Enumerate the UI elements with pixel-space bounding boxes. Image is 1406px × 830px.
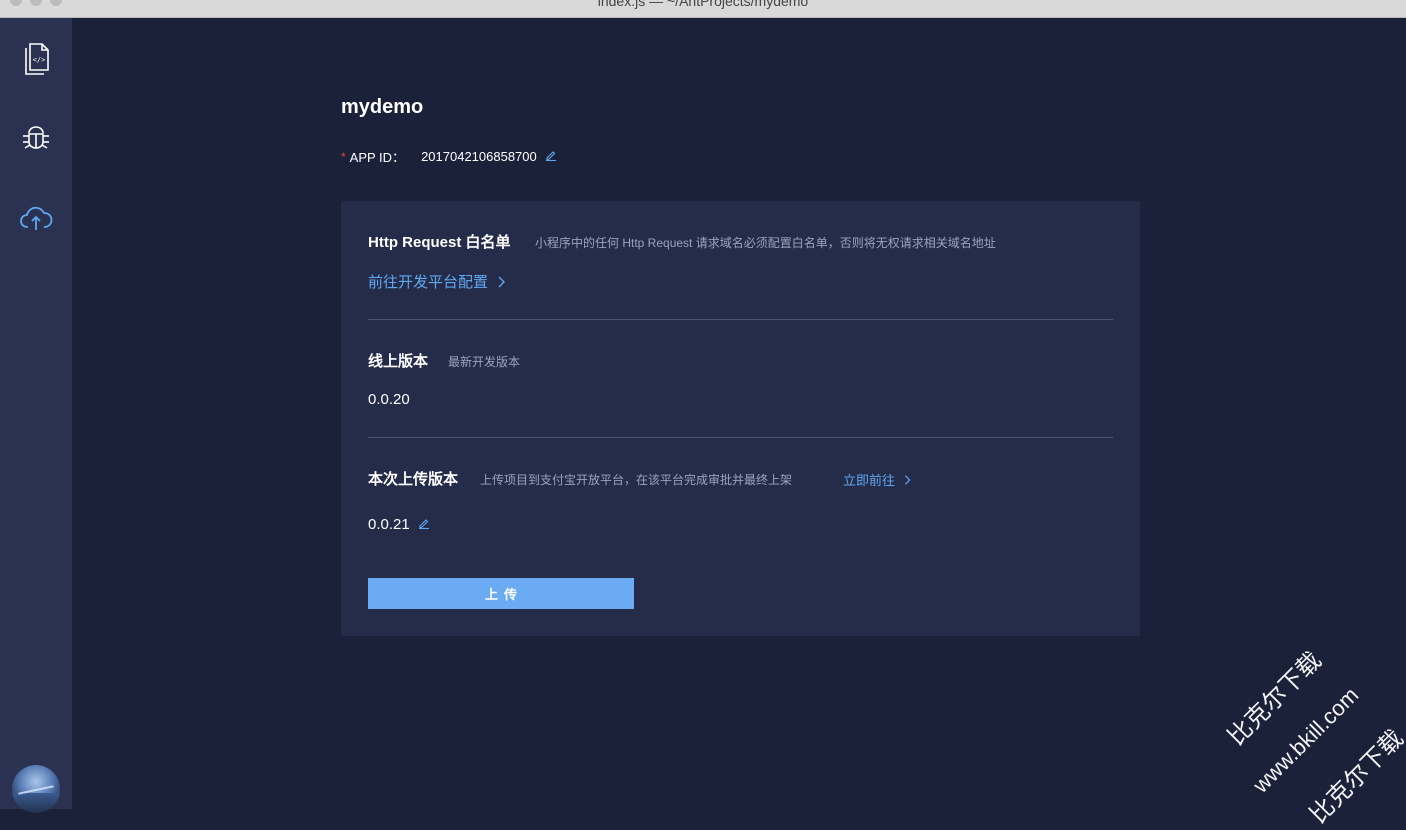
upload-version-value: 0.0.21: [368, 516, 410, 533]
code-file-icon: </>: [25, 43, 49, 75]
sidebar-item-debug[interactable]: [16, 117, 56, 157]
go-now-link[interactable]: 立即前往: [843, 470, 913, 489]
upload-button[interactable]: 上传: [368, 578, 634, 609]
whitelist-title: Http Request 白名单: [368, 234, 511, 251]
whitelist-desc: 小程序中的任何 Http Request 请求域名必须配置白名单，否则将无权请求…: [535, 236, 996, 250]
app-id-row: * APP ID： 2017042106858700: [341, 147, 557, 166]
online-version-value: 0.0.20: [368, 391, 410, 408]
upload-version-value-row: 0.0.21: [368, 516, 430, 533]
online-version-title: 线上版本: [368, 353, 429, 370]
edit-version-button[interactable]: [418, 516, 430, 533]
cloud-upload-icon: [20, 206, 53, 230]
window-titlebar: index.js — ~/AntProjects/mydemo: [0, 0, 1406, 18]
sidebar-item-publish[interactable]: [16, 198, 56, 238]
section-divider: [368, 437, 1113, 438]
project-title: mydemo: [341, 96, 424, 118]
sidebar-item-editor[interactable]: </>: [16, 38, 56, 78]
required-mark: *: [341, 149, 346, 164]
publish-panel: Http Request 白名单 小程序中的任何 Http Request 请求…: [341, 201, 1140, 636]
bug-icon: [23, 126, 49, 149]
chevron-right-icon: [498, 276, 506, 287]
app-id-label: APP ID：: [349, 150, 406, 165]
go-now-label: 立即前往: [843, 473, 896, 488]
chevron-right-icon: [904, 474, 911, 485]
upload-version-title: 本次上传版本: [368, 471, 459, 488]
pencil-icon: [418, 519, 429, 530]
open-dev-platform-label: 前往开发平台配置: [368, 274, 489, 291]
edit-app-id-button[interactable]: [545, 149, 557, 164]
app-id-value: 2017042106858700: [421, 149, 537, 164]
svg-text:</>: </>: [33, 56, 46, 64]
upload-version-desc: 上传项目到支付宝开放平台，在该平台完成审批并最终上架: [480, 473, 793, 487]
sidebar: </>: [0, 18, 72, 813]
online-version-desc: 最新开发版本: [448, 355, 521, 369]
open-dev-platform-link[interactable]: 前往开发平台配置: [368, 271, 508, 292]
window-title: index.js — ~/AntProjects/mydemo: [597, 0, 809, 9]
section-divider: [368, 319, 1113, 320]
pencil-icon: [545, 151, 556, 162]
user-avatar[interactable]: [12, 765, 60, 813]
